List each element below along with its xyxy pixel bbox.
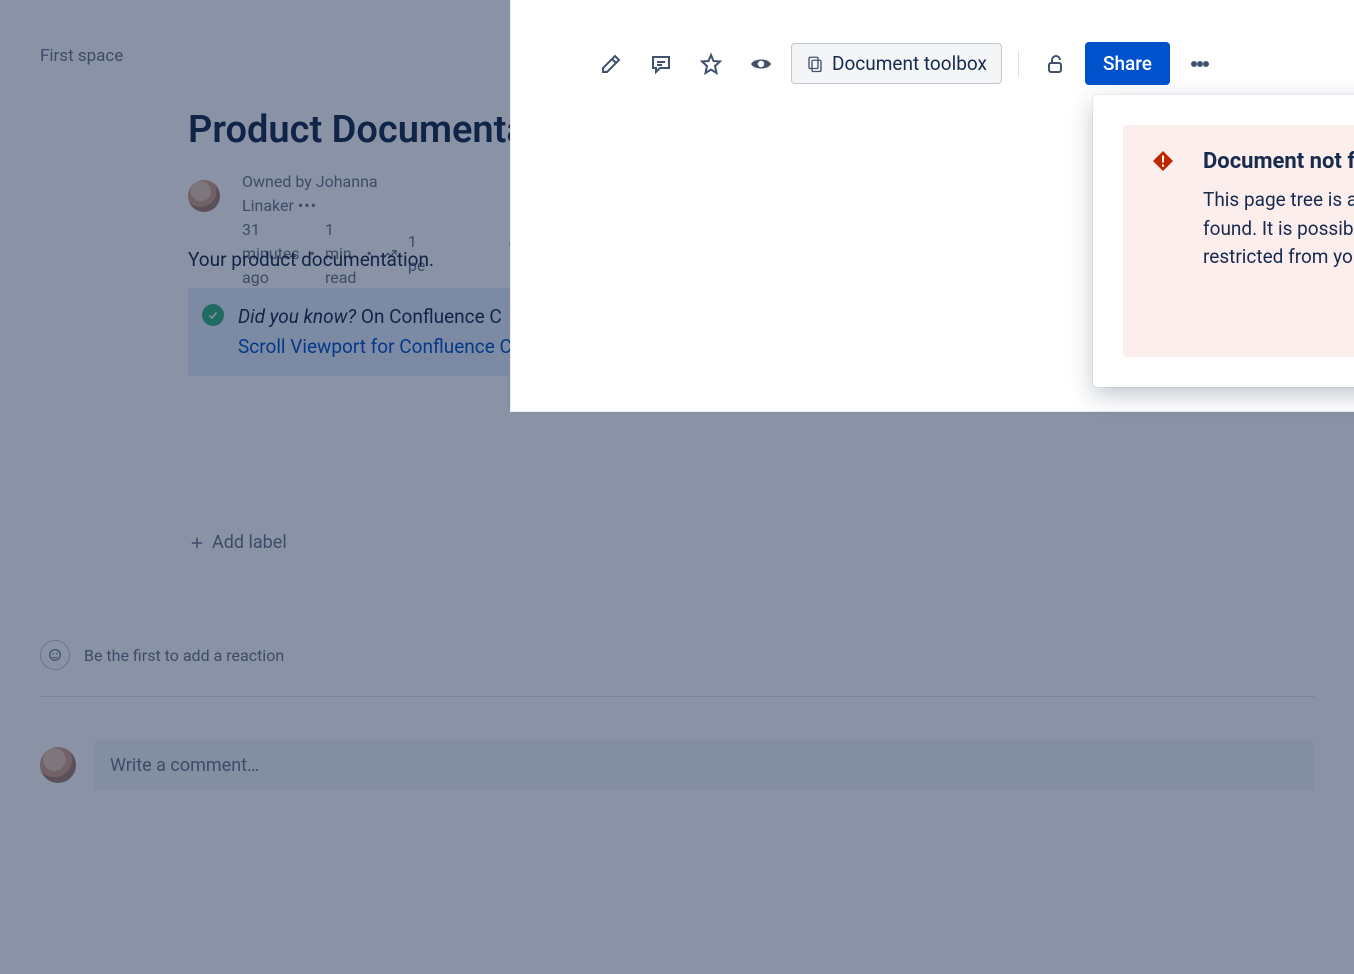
page-toolbar: Document toolbox Share <box>511 42 1354 85</box>
edit-icon[interactable] <box>591 44 631 84</box>
document-toolbox-button[interactable]: Document toolbox <box>791 43 1002 84</box>
toolbar-separator <box>1018 51 1019 77</box>
dim-overlay <box>0 412 1354 974</box>
dim-overlay <box>0 0 510 412</box>
star-icon[interactable] <box>691 44 731 84</box>
error-body: This page tree is assigned to a document… <box>1203 186 1354 272</box>
more-actions-icon[interactable] <box>1180 44 1220 84</box>
error-icon <box>1151 149 1175 173</box>
error-title: Document not found <box>1203 149 1354 174</box>
comment-icon[interactable] <box>641 44 681 84</box>
spotlight-region: Document toolbox Share Document not foun… <box>510 0 1354 412</box>
restrictions-unlocked-icon[interactable] <box>1035 44 1075 84</box>
share-button[interactable]: Share <box>1085 42 1170 85</box>
document-toolbox-dropdown: Document not found This page tree is ass… <box>1093 95 1354 387</box>
watch-icon[interactable] <box>741 44 781 84</box>
error-panel: Document not found This page tree is ass… <box>1123 125 1354 357</box>
